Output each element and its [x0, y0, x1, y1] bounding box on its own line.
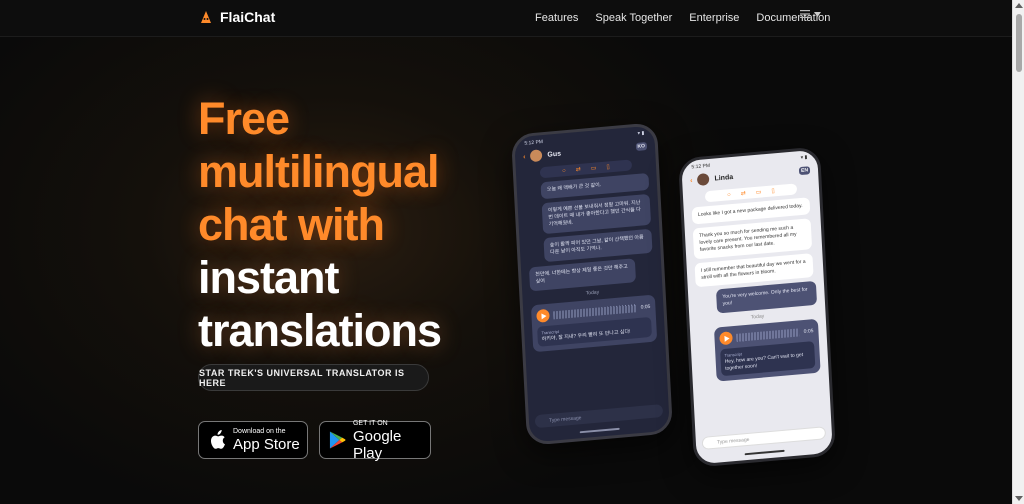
transcript: Transcript 하키야, 잘 지내? 우리 빨리 또 만나고 싶다! — [537, 316, 652, 347]
home-indicator — [744, 449, 785, 456]
play-icon[interactable] — [536, 308, 550, 323]
nav-speak-together[interactable]: Speak Together — [595, 12, 672, 24]
flaichat-logo-icon — [201, 11, 211, 23]
voice-duration: 0:05 — [640, 303, 651, 311]
phone-mockup-korean: 5:12 PM ▾ ▮ ‹ Gus KO ○ ⇄ ▭ ▯ 오늘 왜 맥배가 큰 … — [510, 122, 674, 446]
app-store-label: App Store — [233, 436, 300, 453]
doc-icon[interactable]: ▯ — [771, 187, 775, 194]
avatar — [530, 149, 543, 163]
scroll-down-arrow-icon[interactable] — [1015, 496, 1023, 501]
page-scrollbar[interactable] — [1012, 0, 1024, 504]
home-indicator — [579, 427, 620, 434]
language-badge: EN — [798, 166, 811, 176]
headline-line: instant — [198, 252, 340, 303]
waveform — [736, 327, 800, 342]
message-input[interactable]: Type message — [534, 404, 664, 429]
message-bubble: You're very welcome. Only the best for y… — [715, 280, 818, 314]
apple-icon — [210, 430, 225, 449]
message-bubble: 숲이 활짝 피어 있던 그날, 같이 산책했던 아름다운 날이 아직도 기억나. — [543, 228, 653, 263]
play-icon[interactable] — [719, 331, 733, 346]
contact-name: Gus — [547, 150, 562, 159]
avatar — [697, 172, 710, 186]
signal-icons: ▾ ▮ — [800, 154, 808, 161]
nav-enterprise[interactable]: Enterprise — [689, 12, 739, 24]
transcript: Transcript Hey, how are you? Can't wait … — [720, 341, 816, 377]
headline-line: chat with — [198, 199, 385, 250]
headline-line: Free — [198, 93, 290, 144]
phone-mockup-english: 5:12 PM ▾ ▮ ‹ Linda EN ○ ⇄ ▭ ▯ Looks lik… — [677, 146, 837, 468]
back-arrow-icon: ‹ — [522, 153, 526, 161]
top-nav-bar: FlaiChat Features Speak Together Enterpr… — [0, 0, 1012, 37]
voice-duration: 0:05 — [803, 327, 814, 335]
video-icon[interactable]: ▭ — [756, 188, 762, 195]
nav-menu-button[interactable] — [800, 10, 821, 18]
google-play-button[interactable]: GET IT ON Google Play — [319, 419, 431, 462]
page-background — [0, 0, 1024, 504]
back-arrow-icon: ‹ — [689, 176, 693, 185]
translate-icon[interactable]: ⇄ — [576, 166, 581, 173]
hero-headline: Free multilingual chat with instant tran… — [198, 92, 442, 357]
google-play-icon — [329, 431, 346, 449]
scrollbar-thumb[interactable] — [1016, 14, 1022, 72]
message-bubble: Thank you so much for sending me such a … — [692, 218, 813, 260]
contact-name: Linda — [714, 173, 734, 183]
headline-line: translations — [198, 305, 442, 356]
voice-message: 0:05 Transcript Hey, how are you? Can't … — [713, 318, 821, 382]
app-store-button[interactable]: Download on the App Store — [198, 421, 308, 459]
message-input[interactable]: Type message — [701, 426, 827, 450]
video-icon[interactable]: ▭ — [591, 164, 597, 171]
translate-icon[interactable]: ⇄ — [741, 190, 746, 197]
hamburger-icon — [800, 10, 810, 18]
caret-down-icon — [814, 11, 821, 17]
brand-logo[interactable]: FlaiChat — [198, 9, 275, 25]
headline-line: multilingual — [198, 146, 440, 197]
search-icon[interactable]: ○ — [562, 168, 566, 174]
search-icon[interactable]: ○ — [727, 192, 731, 198]
message-bubble: 이렇게 예쁜 선물 보내줘서 정말 고마워. 지난번 데이트 때 내가 좋아한다… — [541, 193, 652, 235]
tagline-pill: STAR TREK'S UNIVERSAL TRANSLATOR IS HERE — [198, 364, 429, 391]
message-bubble: 천만에. 너한테는 항상 제일 좋은 것만 해주고 싶어 — [528, 258, 637, 292]
google-play-label: Google Play — [352, 427, 402, 462]
doc-icon[interactable]: ▯ — [606, 163, 610, 170]
scroll-up-arrow-icon[interactable] — [1015, 3, 1023, 8]
app-store-small-label: Download on the — [233, 428, 286, 435]
language-badge: KO — [635, 142, 648, 152]
waveform — [553, 303, 637, 319]
signal-icons: ▾ ▮ — [637, 130, 645, 137]
google-play-small-label: GET IT ON — [352, 419, 388, 427]
voice-message: 0:05 Transcript 하키야, 잘 지내? 우리 빨리 또 만나고 싶… — [530, 294, 658, 353]
brand-name: FlaiChat — [220, 9, 276, 25]
nav-features[interactable]: Features — [535, 12, 578, 24]
